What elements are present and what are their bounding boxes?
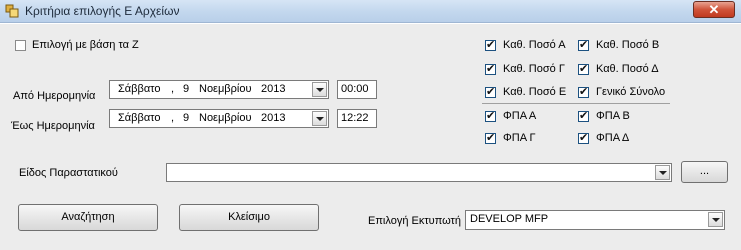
document-type-label: Είδος Παραστατικού	[19, 167, 118, 179]
to-date-label: Έως Ημερομηνία	[11, 120, 95, 132]
document-type-select[interactable]	[166, 163, 672, 182]
to-date-picker[interactable]: Σάββατο , 9 Νοεμβρίου 2013	[109, 109, 329, 128]
vat-d-checkbox[interactable]	[578, 131, 589, 144]
amount-c-checkbox[interactable]	[485, 62, 496, 75]
from-date-weekday: Σάββατο	[118, 83, 161, 95]
chevron-down-icon[interactable]	[312, 82, 327, 97]
chevron-down-icon[interactable]	[655, 165, 670, 180]
from-date-month: Νοεμβρίου	[199, 83, 252, 95]
from-date-picker[interactable]: Σάββατο , 9 Νοεμβρίου 2013	[109, 80, 329, 99]
printer-label: Επιλογή Εκτυπωτή	[368, 215, 462, 227]
to-date-month: Νοεμβρίου	[199, 112, 252, 124]
amount-d-label[interactable]: Καθ. Ποσό Δ	[596, 63, 659, 75]
grand-total-label[interactable]: Γενικό Σύνολο	[596, 86, 665, 98]
amount-e-label[interactable]: Καθ. Ποσό Ε	[503, 86, 566, 98]
to-date-day: 9	[183, 112, 190, 124]
from-date-label: Από Ημερομηνία	[13, 90, 96, 102]
title-bar: Κριτήρια επιλογής Ε Αρχείων ✕	[0, 0, 741, 23]
dialog-body: Επιλογή με βάση τα Ζ Από Ημερομηνία Σάββ…	[0, 23, 741, 250]
app-window-icon	[5, 4, 19, 18]
from-time-input[interactable]: 00:00	[337, 80, 377, 99]
from-date-separator: ,	[171, 83, 175, 95]
window-title: Κριτήρια επιλογής Ε Αρχείων	[25, 4, 180, 18]
printer-select[interactable]: DEVELOP MFP	[465, 210, 725, 230]
vat-b-label[interactable]: ΦΠΑ Β	[596, 110, 630, 122]
amount-d-checkbox[interactable]	[578, 62, 589, 75]
from-date-year: 2013	[261, 83, 286, 95]
amount-a-checkbox[interactable]	[485, 38, 496, 51]
amount-c-label[interactable]: Καθ. Ποσό Γ	[503, 63, 565, 75]
z-based-label[interactable]: Επιλογή με βάση τα Ζ	[32, 39, 139, 51]
chevron-down-icon[interactable]	[312, 111, 327, 126]
to-date-separator: ,	[171, 112, 175, 124]
vat-a-checkbox[interactable]	[485, 109, 496, 122]
z-based-checkbox[interactable]	[15, 40, 26, 51]
amount-a-label[interactable]: Καθ. Ποσό Α	[503, 39, 566, 51]
vat-d-label[interactable]: ΦΠΑ Δ	[596, 132, 629, 144]
vat-c-checkbox[interactable]	[485, 131, 496, 144]
to-date-weekday: Σάββατο	[118, 112, 161, 124]
chevron-down-icon[interactable]	[708, 212, 723, 227]
grand-total-checkbox[interactable]	[578, 85, 589, 98]
amount-e-checkbox[interactable]	[485, 85, 496, 98]
close-button[interactable]: Κλείσιμο	[179, 204, 319, 231]
to-time-input[interactable]: 12:22	[337, 109, 377, 128]
amount-b-label[interactable]: Καθ. Ποσό Β	[596, 39, 659, 51]
printer-value: DEVELOP MFP	[470, 213, 549, 225]
from-date-day: 9	[183, 83, 190, 95]
dialog-window: Κριτήρια επιλογής Ε Αρχείων ✕ Επιλογή με…	[0, 0, 741, 250]
column-divider	[482, 103, 670, 104]
vat-b-checkbox[interactable]	[578, 109, 589, 122]
close-icon: ✕	[708, 2, 720, 17]
vat-a-label[interactable]: ΦΠΑ Α	[503, 110, 536, 122]
browse-button[interactable]: ...	[681, 161, 728, 183]
vat-c-label[interactable]: ΦΠΑ Γ	[503, 132, 536, 144]
amount-b-checkbox[interactable]	[578, 38, 589, 51]
to-date-year: 2013	[261, 112, 286, 124]
search-button[interactable]: Αναζήτηση	[18, 204, 158, 231]
close-window-button[interactable]: ✕	[693, 1, 735, 18]
